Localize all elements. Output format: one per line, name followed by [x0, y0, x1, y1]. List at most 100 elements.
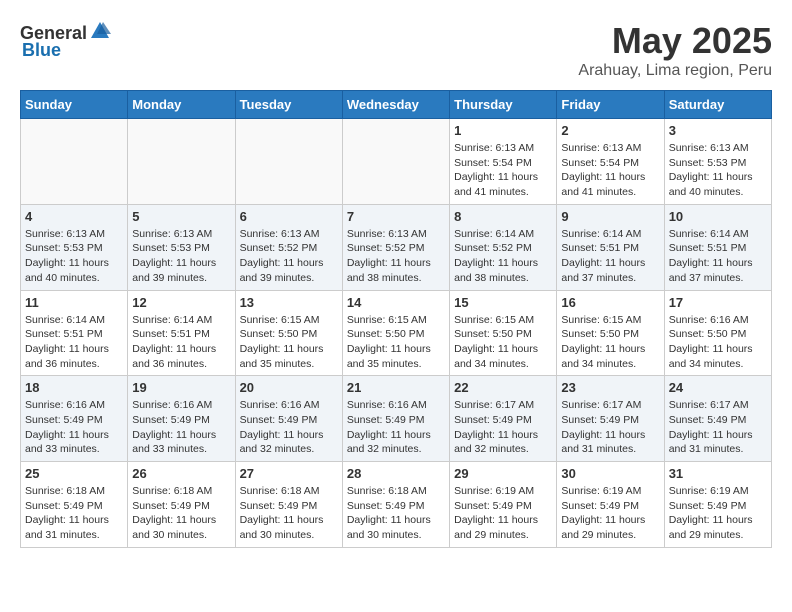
day-number: 16: [561, 295, 659, 310]
weekday-header-saturday: Saturday: [664, 91, 771, 119]
calendar-week-3: 11 Sunrise: 6:14 AMSunset: 5:51 PMDayligh…: [21, 290, 772, 376]
calendar-cell-week4-day6: 24 Sunrise: 6:17 AMSunset: 5:49 PMDayligh…: [664, 376, 771, 462]
weekday-header-sunday: Sunday: [21, 91, 128, 119]
calendar-cell-week2-day3: 7 Sunrise: 6:13 AMSunset: 5:52 PMDaylight…: [342, 204, 449, 290]
day-info: Sunrise: 6:13 AMSunset: 5:54 PMDaylight:…: [561, 141, 659, 200]
day-info: Sunrise: 6:15 AMSunset: 5:50 PMDaylight:…: [561, 313, 659, 372]
weekday-header-tuesday: Tuesday: [235, 91, 342, 119]
calendar-week-4: 18 Sunrise: 6:16 AMSunset: 5:49 PMDayligh…: [21, 376, 772, 462]
day-number: 18: [25, 380, 123, 395]
calendar-cell-week2-day1: 5Sunrise: 6:13 AMSunset: 5:53 PMDaylight…: [128, 204, 235, 290]
day-number: 22: [454, 380, 552, 395]
day-info: Sunrise: 6:14 AMSunset: 5:51 PMDaylight:…: [132, 313, 230, 372]
calendar-cell-week5-day2: 27 Sunrise: 6:18 AMSunset: 5:49 PMDayligh…: [235, 462, 342, 548]
calendar-cell-week2-day5: 9 Sunrise: 6:14 AMSunset: 5:51 PMDaylight…: [557, 204, 664, 290]
day-info: Sunrise: 6:18 AMSunset: 5:49 PMDaylight:…: [25, 484, 123, 543]
calendar-cell-week5-day6: 31 Sunrise: 6:19 AMSunset: 5:49 PMDayligh…: [664, 462, 771, 548]
calendar-cell-week3-day6: 17Sunrise: 6:16 AMSunset: 5:50 PMDayligh…: [664, 290, 771, 376]
calendar-cell-week4-day3: 21 Sunrise: 6:16 AMSunset: 5:49 PMDayligh…: [342, 376, 449, 462]
day-number: 21: [347, 380, 445, 395]
day-number: 12: [132, 295, 230, 310]
calendar-week-5: 25 Sunrise: 6:18 AMSunset: 5:49 PMDayligh…: [21, 462, 772, 548]
day-number: 11: [25, 295, 123, 310]
calendar-cell-week4-day2: 20 Sunrise: 6:16 AMSunset: 5:49 PMDayligh…: [235, 376, 342, 462]
day-number: 7: [347, 209, 445, 224]
logo-text-blue: Blue: [22, 40, 61, 61]
calendar: SundayMondayTuesdayWednesdayThursdayFrid…: [20, 90, 772, 548]
day-info: Sunrise: 6:16 AMSunset: 5:49 PMDaylight:…: [240, 398, 338, 457]
day-info: Sunrise: 6:19 AMSunset: 5:49 PMDaylight:…: [561, 484, 659, 543]
day-number: 3: [669, 123, 767, 138]
header: General Blue May 2025 Arahuay, Lima regi…: [20, 20, 772, 80]
day-info: Sunrise: 6:13 AMSunset: 5:53 PMDaylight:…: [669, 141, 767, 200]
calendar-cell-week3-day3: 14 Sunrise: 6:15 AMSunset: 5:50 PMDayligh…: [342, 290, 449, 376]
calendar-cell-week1-day2: [235, 119, 342, 205]
calendar-cell-week2-day4: 8 Sunrise: 6:14 AMSunset: 5:52 PMDaylight…: [450, 204, 557, 290]
day-info: Sunrise: 6:18 AMSunset: 5:49 PMDaylight:…: [347, 484, 445, 543]
day-number: 6: [240, 209, 338, 224]
calendar-cell-week5-day1: 26Sunrise: 6:18 AMSunset: 5:49 PMDayligh…: [128, 462, 235, 548]
day-number: 24: [669, 380, 767, 395]
logo-icon: [89, 20, 111, 42]
main-title: May 2025: [578, 20, 772, 62]
calendar-cell-week4-day5: 23Sunrise: 6:17 AMSunset: 5:49 PMDayligh…: [557, 376, 664, 462]
day-info: Sunrise: 6:16 AMSunset: 5:49 PMDaylight:…: [25, 398, 123, 457]
subtitle: Arahuay, Lima region, Peru: [578, 62, 772, 80]
day-number: 19: [132, 380, 230, 395]
day-number: 30: [561, 466, 659, 481]
day-info: Sunrise: 6:19 AMSunset: 5:49 PMDaylight:…: [669, 484, 767, 543]
day-number: 27: [240, 466, 338, 481]
day-info: Sunrise: 6:15 AMSunset: 5:50 PMDaylight:…: [347, 313, 445, 372]
day-number: 23: [561, 380, 659, 395]
calendar-cell-week5-day0: 25 Sunrise: 6:18 AMSunset: 5:49 PMDayligh…: [21, 462, 128, 548]
calendar-cell-week1-day6: 3 Sunrise: 6:13 AMSunset: 5:53 PMDaylight…: [664, 119, 771, 205]
day-info: Sunrise: 6:14 AMSunset: 5:51 PMDaylight:…: [561, 227, 659, 286]
calendar-cell-week3-day0: 11 Sunrise: 6:14 AMSunset: 5:51 PMDayligh…: [21, 290, 128, 376]
calendar-cell-week1-day0: [21, 119, 128, 205]
day-info: Sunrise: 6:14 AMSunset: 5:51 PMDaylight:…: [25, 313, 123, 372]
calendar-cell-week1-day5: 2 Sunrise: 6:13 AMSunset: 5:54 PMDaylight…: [557, 119, 664, 205]
day-info: Sunrise: 6:15 AMSunset: 5:50 PMDaylight:…: [454, 313, 552, 372]
day-number: 2: [561, 123, 659, 138]
calendar-cell-week5-day4: 29Sunrise: 6:19 AMSunset: 5:49 PMDayligh…: [450, 462, 557, 548]
calendar-cell-week2-day0: 4 Sunrise: 6:13 AMSunset: 5:53 PMDaylight…: [21, 204, 128, 290]
weekday-header-thursday: Thursday: [450, 91, 557, 119]
calendar-cell-week3-day4: 15Sunrise: 6:15 AMSunset: 5:50 PMDayligh…: [450, 290, 557, 376]
weekday-header-wednesday: Wednesday: [342, 91, 449, 119]
calendar-cell-week3-day1: 12 Sunrise: 6:14 AMSunset: 5:51 PMDayligh…: [128, 290, 235, 376]
logo: General Blue: [20, 20, 111, 61]
day-info: Sunrise: 6:13 AMSunset: 5:52 PMDaylight:…: [347, 227, 445, 286]
day-number: 17: [669, 295, 767, 310]
calendar-cell-week4-day0: 18 Sunrise: 6:16 AMSunset: 5:49 PMDayligh…: [21, 376, 128, 462]
day-number: 13: [240, 295, 338, 310]
day-number: 1: [454, 123, 552, 138]
day-info: Sunrise: 6:17 AMSunset: 5:49 PMDaylight:…: [454, 398, 552, 457]
calendar-cell-week1-day3: [342, 119, 449, 205]
day-info: Sunrise: 6:14 AMSunset: 5:52 PMDaylight:…: [454, 227, 552, 286]
day-number: 4: [25, 209, 123, 224]
day-info: Sunrise: 6:18 AMSunset: 5:49 PMDaylight:…: [132, 484, 230, 543]
day-info: Sunrise: 6:13 AMSunset: 5:53 PMDaylight:…: [132, 227, 230, 286]
day-number: 31: [669, 466, 767, 481]
day-info: Sunrise: 6:16 AMSunset: 5:49 PMDaylight:…: [347, 398, 445, 457]
calendar-week-1: 1 Sunrise: 6:13 AMSunset: 5:54 PMDaylight…: [21, 119, 772, 205]
day-number: 25: [25, 466, 123, 481]
day-info: Sunrise: 6:18 AMSunset: 5:49 PMDaylight:…: [240, 484, 338, 543]
day-info: Sunrise: 6:13 AMSunset: 5:54 PMDaylight:…: [454, 141, 552, 200]
day-info: Sunrise: 6:13 AMSunset: 5:53 PMDaylight:…: [25, 227, 123, 286]
day-info: Sunrise: 6:17 AMSunset: 5:49 PMDaylight:…: [669, 398, 767, 457]
title-area: May 2025 Arahuay, Lima region, Peru: [578, 20, 772, 80]
day-number: 14: [347, 295, 445, 310]
day-number: 8: [454, 209, 552, 224]
calendar-cell-week4-day1: 19 Sunrise: 6:16 AMSunset: 5:49 PMDayligh…: [128, 376, 235, 462]
day-info: Sunrise: 6:16 AMSunset: 5:49 PMDaylight:…: [132, 398, 230, 457]
weekday-header-friday: Friday: [557, 91, 664, 119]
weekday-header-row: SundayMondayTuesdayWednesdayThursdayFrid…: [21, 91, 772, 119]
day-number: 9: [561, 209, 659, 224]
calendar-cell-week5-day3: 28 Sunrise: 6:18 AMSunset: 5:49 PMDayligh…: [342, 462, 449, 548]
calendar-cell-week2-day2: 6 Sunrise: 6:13 AMSunset: 5:52 PMDaylight…: [235, 204, 342, 290]
day-number: 28: [347, 466, 445, 481]
day-info: Sunrise: 6:15 AMSunset: 5:50 PMDaylight:…: [240, 313, 338, 372]
day-info: Sunrise: 6:13 AMSunset: 5:52 PMDaylight:…: [240, 227, 338, 286]
day-number: 20: [240, 380, 338, 395]
